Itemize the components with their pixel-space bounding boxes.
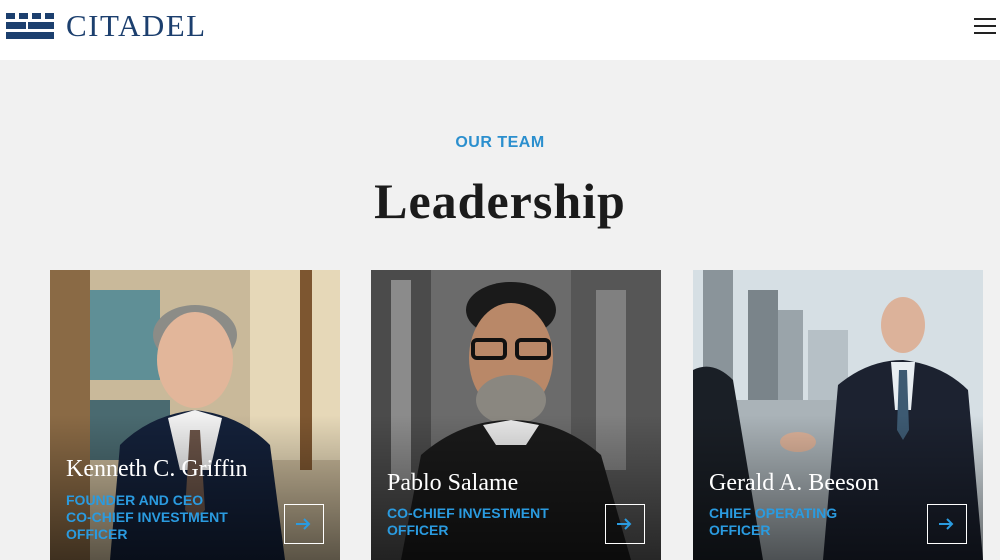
menu-line [974,25,996,27]
leader-name: Kenneth C. Griffin [66,456,248,482]
leader-title: CHIEF OPERATING OFFICER [709,505,838,538]
site-header: CITADEL [0,0,1000,60]
section-title: Leadership [374,173,626,229]
leader-name: Gerald A. Beeson [709,470,879,496]
leader-name: Pablo Salame [387,470,519,496]
castle-logo-icon [6,12,54,39]
arrow-right-icon [939,518,954,530]
arrow-right-icon [296,518,311,530]
leader-card-beeson[interactable]: Gerald A. Beeson CHIEF OPERATING OFFICER [693,270,983,560]
leader-title: CO-CHIEF INVESTMENT OFFICER [387,505,549,538]
leader-card-salame[interactable]: Pablo Salame CO-CHIEF INVESTMENT OFFICER [371,270,661,560]
view-profile-button[interactable] [927,504,967,544]
section-eyebrow: OUR TEAM [455,134,545,151]
view-profile-button[interactable] [284,504,324,544]
menu-line [974,32,996,34]
brand-name: CITADEL [66,8,207,43]
view-profile-button[interactable] [605,504,645,544]
citadel-logo[interactable]: CITADEL [6,10,207,41]
leader-title: FOUNDER AND CEO CO-CHIEF INVESTMENT OFFI… [66,492,228,542]
leader-card-griffin[interactable]: Kenneth C. Griffin FOUNDER AND CEO CO-CH… [50,270,340,560]
hamburger-menu-button[interactable] [974,18,996,38]
menu-line [974,18,996,20]
arrow-right-icon [617,518,632,530]
